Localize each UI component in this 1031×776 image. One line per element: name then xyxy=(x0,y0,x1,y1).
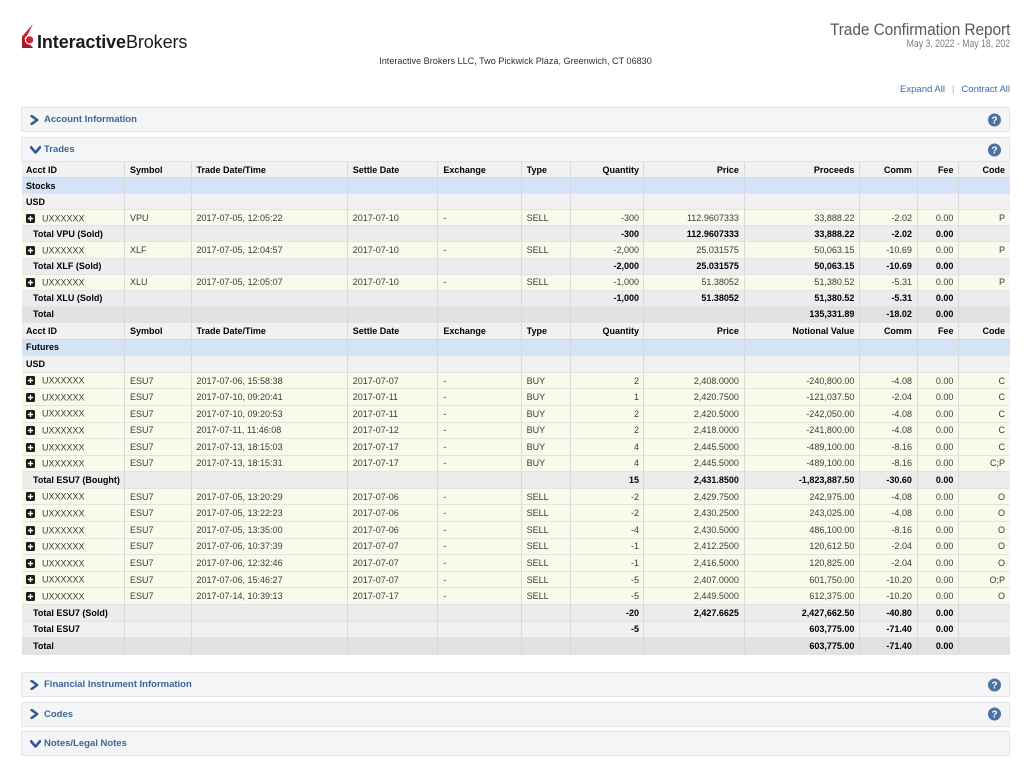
svg-text:?: ? xyxy=(991,680,997,691)
svg-text:?: ? xyxy=(991,145,997,156)
svg-text:?: ? xyxy=(991,710,997,721)
svg-text:?: ? xyxy=(991,115,997,126)
